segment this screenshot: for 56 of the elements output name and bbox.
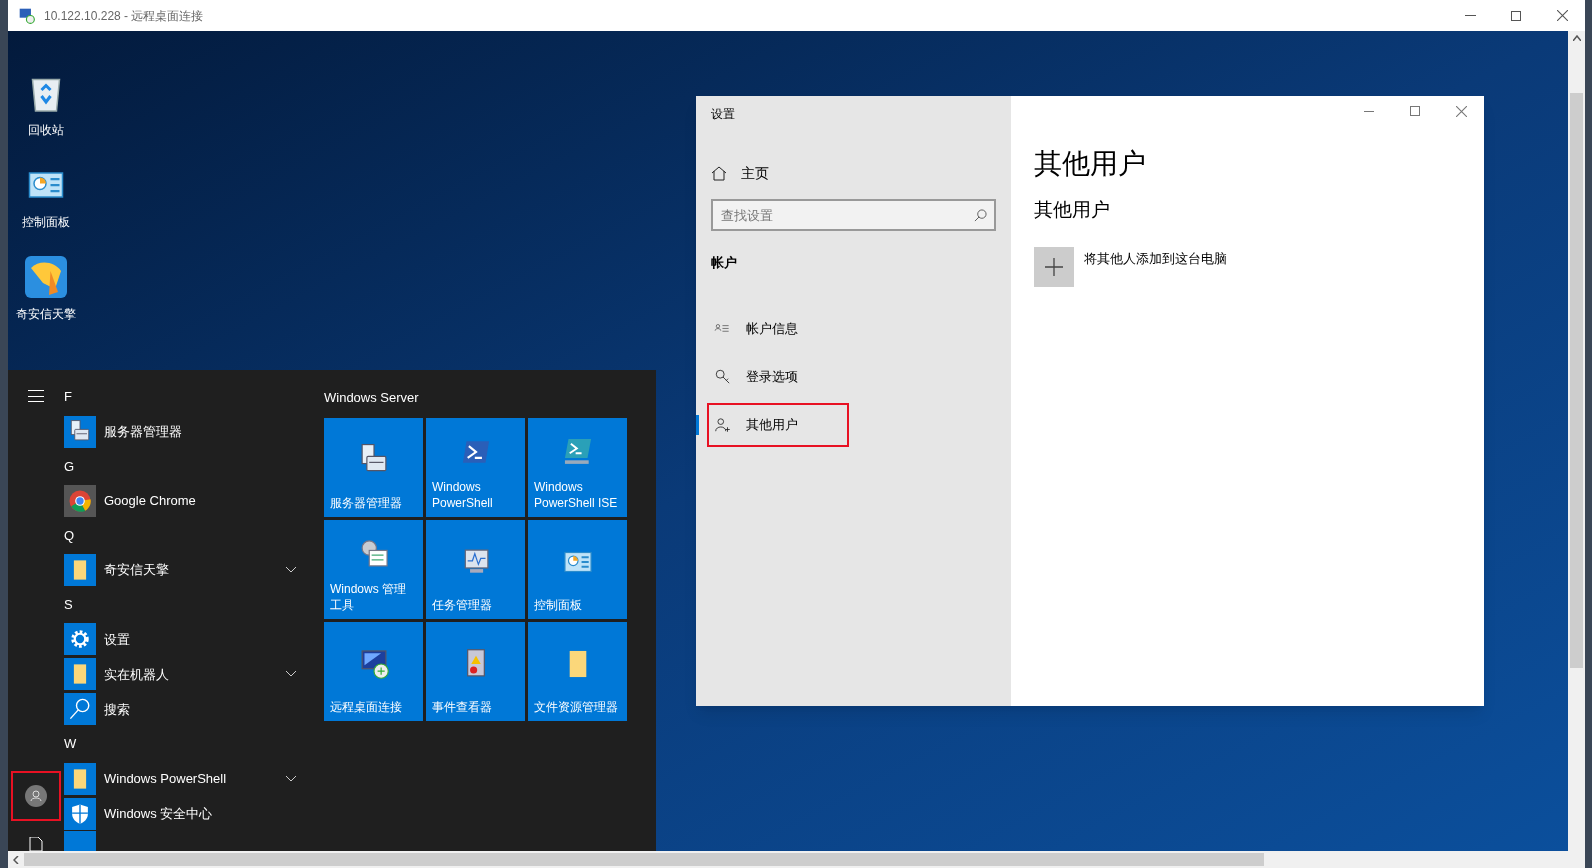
document-icon[interactable] — [29, 837, 43, 851]
search-field[interactable]: 查找设置 — [711, 199, 996, 231]
settings-title: 设置 — [711, 106, 736, 123]
close-icon — [1556, 10, 1568, 21]
letter-header[interactable]: S — [64, 594, 73, 615]
app-list-item[interactable]: 设置 — [64, 621, 308, 657]
tile-group-title: Windows Server — [324, 389, 420, 407]
scroll-up-icon[interactable] — [1572, 35, 1581, 41]
desktop-icon-label[interactable]: 控制面板 — [22, 213, 70, 231]
chevron-down-icon[interactable] — [286, 567, 296, 574]
app-tile[interactable]: 远程桌面连接 — [324, 622, 423, 721]
desktop-icon-label[interactable]: 奇安信天擎 — [16, 305, 76, 323]
app-tile[interactable]: 任务管理器 — [426, 520, 525, 619]
person-add-icon — [714, 415, 732, 434]
window-title: 10.122.10.228 - 远程桌面连接 — [44, 7, 204, 25]
nav-item[interactable]: 登录选项 — [707, 354, 849, 399]
letter-header[interactable]: W — [64, 734, 77, 754]
key-icon — [714, 367, 732, 386]
section-heading: 其他用户 — [1034, 198, 1111, 222]
chevron-down-icon[interactable] — [286, 775, 296, 782]
app-list-item[interactable]: Google Chrome — [64, 483, 308, 519]
app-list-item[interactable]: Windows 安全中心 — [64, 796, 308, 831]
app-tile[interactable]: Windows PowerShell ISE — [528, 418, 627, 517]
page-title: 其他用户 — [1034, 147, 1147, 181]
app-tile[interactable]: 事件查看器 — [426, 622, 525, 721]
section-heading: 帐户 — [711, 254, 738, 272]
nav-item[interactable]: 帐户信息 — [707, 306, 849, 351]
horizontal-scrollbar[interactable] — [8, 851, 1568, 868]
chevron-down-icon[interactable] — [286, 671, 296, 678]
letter-header[interactable]: Q — [64, 525, 75, 546]
app-tile[interactable]: Windows 管理工具 — [324, 520, 423, 619]
vertical-scrollbar[interactable] — [1568, 31, 1585, 868]
app-list-item[interactable]: 服务器管理器 — [64, 414, 308, 450]
nav-item[interactable]: 主页 — [711, 161, 996, 185]
letter-header[interactable]: F — [64, 387, 72, 407]
app-list-item[interactable]: 奇安信天擎 — [64, 552, 308, 588]
search-icon[interactable] — [974, 209, 987, 222]
user-avatar-icon[interactable] — [25, 785, 47, 807]
desktop-icon-label[interactable]: 回收站 — [28, 121, 64, 139]
app-list-item[interactable]: Windows PowerShell — [64, 761, 308, 796]
app-icon — [22, 253, 70, 301]
app-list-item[interactable]: 搜索 — [64, 691, 308, 727]
app-tile[interactable]: 文件资源管理器 — [528, 622, 627, 721]
close-icon — [1455, 105, 1467, 117]
add-user-link[interactable]: 将其他人添加到这台电脑 — [1034, 246, 1484, 287]
remote-desktop-icon — [18, 6, 36, 25]
app-tile[interactable]: Windows PowerShell — [426, 418, 525, 517]
plus-icon — [1045, 257, 1063, 276]
scroll-left-icon[interactable] — [13, 855, 19, 864]
app-tile[interactable]: 服务器管理器 — [324, 418, 423, 517]
letter-header[interactable]: G — [64, 456, 75, 477]
app-list-item[interactable]: 实在机器人 — [64, 656, 308, 692]
app-tile[interactable]: 控制面板 — [528, 520, 627, 619]
home-icon — [711, 165, 727, 181]
nav-item[interactable]: 其他用户 — [707, 402, 849, 447]
menu-icon[interactable] — [28, 390, 44, 402]
